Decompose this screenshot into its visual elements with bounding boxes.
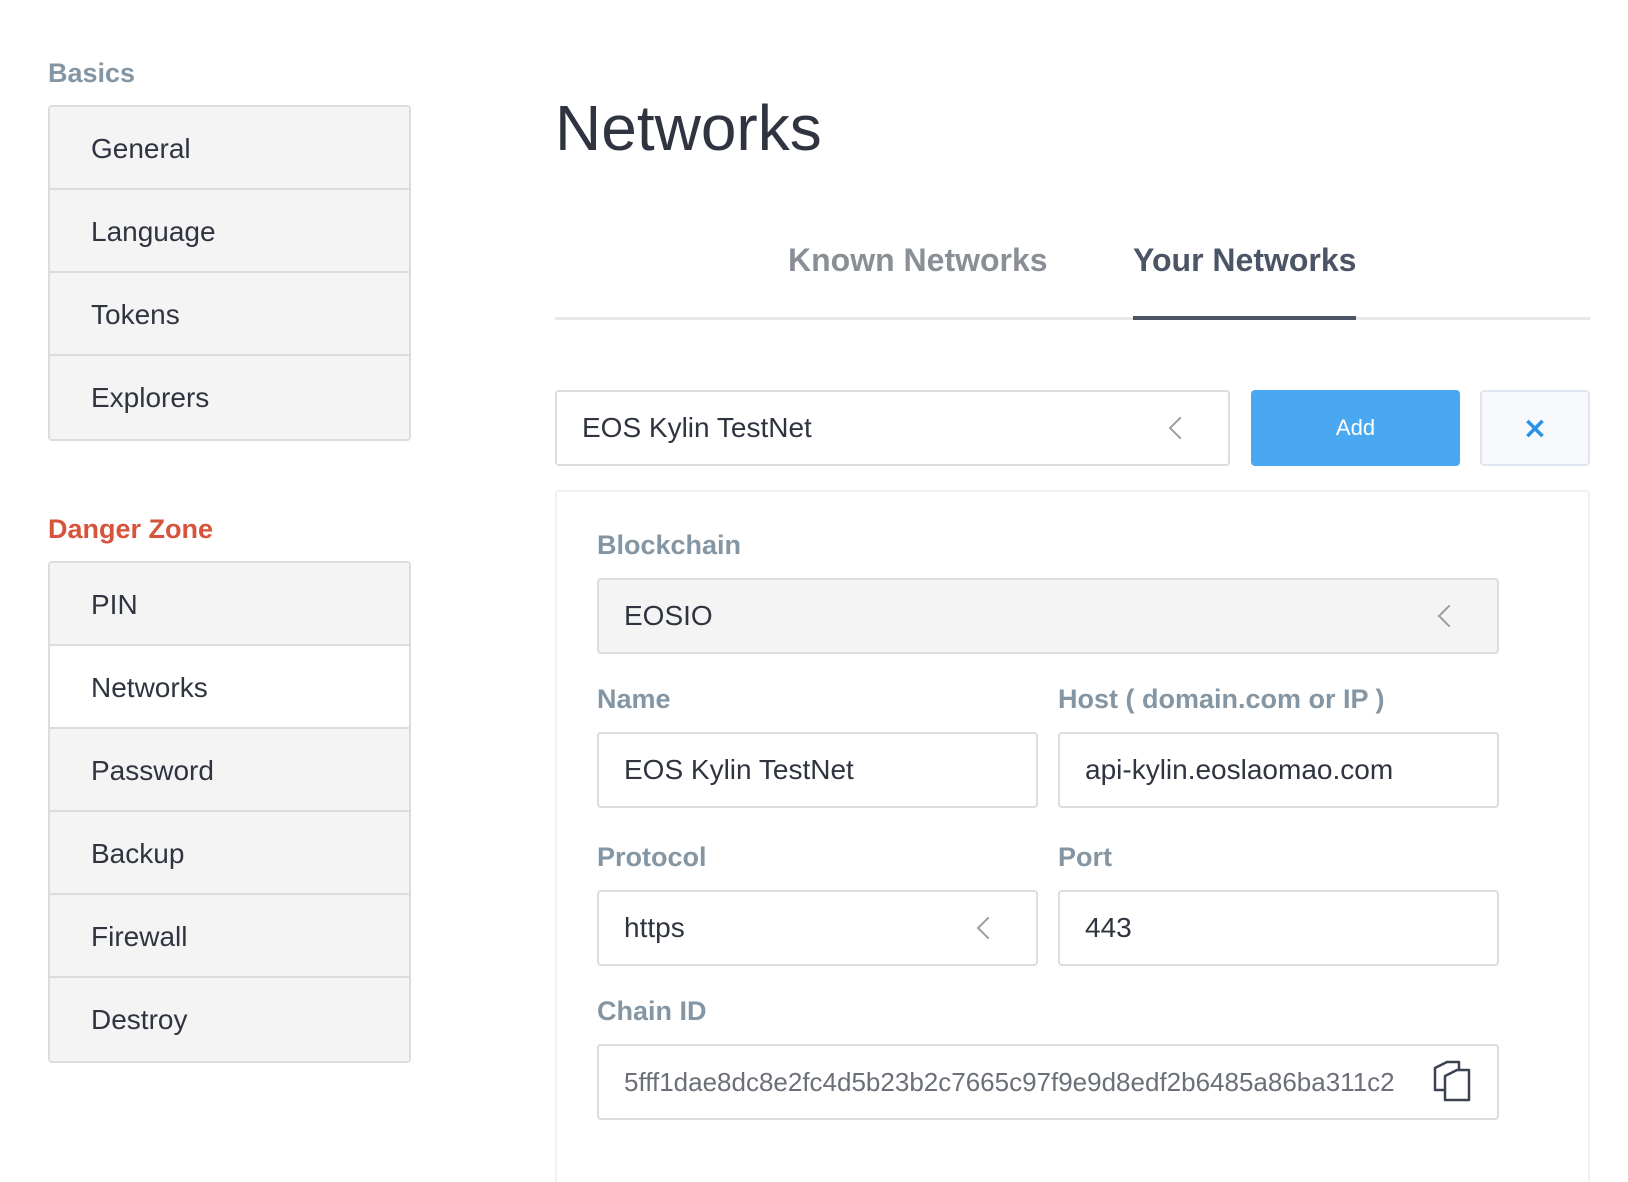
sidebar-item-firewall[interactable]: Firewall	[50, 895, 409, 978]
danger-zone-title: Danger Zone	[48, 514, 214, 544]
protocol-label: Protocol	[597, 842, 707, 872]
blockchain-value: EOSIO	[624, 600, 713, 631]
protocol-select[interactable]: https	[597, 890, 1038, 966]
sidebar-item-pin[interactable]: PIN	[50, 563, 409, 646]
name-label: Name	[597, 684, 671, 714]
network-tabs: Known Networks Your Networks	[555, 230, 1590, 320]
settings-page: Basics General Language Tokens Explorers…	[0, 0, 1628, 1182]
host-label: Host ( domain.com or IP )	[1058, 684, 1385, 714]
chevron-left-icon	[976, 916, 1000, 940]
network-select-row: EOS Kylin TestNet Add ×	[555, 390, 1590, 468]
sidebar-item-language[interactable]: Language	[50, 190, 409, 273]
chevron-left-icon	[1168, 416, 1192, 440]
page-title: Networks	[555, 92, 822, 164]
chain-id-value: 5fff1dae8dc8e2fc4d5b23b2c7665c97f9e9d8ed…	[624, 1067, 1395, 1097]
sidebar-item-networks[interactable]: Networks	[50, 646, 409, 729]
sidebar-item-password[interactable]: Password	[50, 729, 409, 812]
chevron-left-icon	[1437, 604, 1461, 628]
name-input[interactable]: EOS Kylin TestNet	[597, 732, 1038, 808]
basics-menu: General Language Tokens Explorers	[48, 105, 411, 441]
copy-icon[interactable]	[1431, 1060, 1473, 1102]
port-input[interactable]: 443	[1058, 890, 1499, 966]
sidebar-item-tokens[interactable]: Tokens	[50, 273, 409, 356]
sidebar-item-explorers[interactable]: Explorers	[50, 356, 409, 439]
sidebar-item-general[interactable]: General	[50, 107, 409, 190]
protocol-value: https	[624, 912, 685, 943]
host-value: api-kylin.eoslaomao.com	[1085, 754, 1394, 785]
basics-section-title: Basics	[48, 58, 136, 88]
chain-id-label: Chain ID	[597, 996, 707, 1026]
close-icon[interactable]: ×	[1480, 390, 1590, 466]
sidebar: Basics General Language Tokens Explorers…	[48, 55, 411, 1133]
network-form: Blockchain EOSIO Name EOS Kylin TestNet …	[555, 490, 1590, 1182]
sidebar-item-backup[interactable]: Backup	[50, 812, 409, 895]
sidebar-item-destroy[interactable]: Destroy	[50, 978, 409, 1061]
chain-id-field[interactable]: 5fff1dae8dc8e2fc4d5b23b2c7665c97f9e9d8ed…	[597, 1044, 1499, 1120]
port-label: Port	[1058, 842, 1112, 872]
blockchain-select[interactable]: EOSIO	[597, 578, 1499, 654]
network-select-value: EOS Kylin TestNet	[582, 412, 812, 443]
tab-known-networks[interactable]: Known Networks	[788, 242, 1048, 317]
host-input[interactable]: api-kylin.eoslaomao.com	[1058, 732, 1499, 808]
tab-your-networks[interactable]: Your Networks	[1133, 242, 1357, 320]
danger-menu: PIN Networks Password Backup Firewall De…	[48, 561, 411, 1063]
name-value: EOS Kylin TestNet	[624, 754, 854, 785]
port-value: 443	[1085, 912, 1132, 943]
add-button[interactable]: Add	[1251, 390, 1460, 466]
network-select[interactable]: EOS Kylin TestNet	[555, 390, 1230, 466]
main-content: Networks Known Networks Your Networks EO…	[555, 88, 1590, 1182]
blockchain-label: Blockchain	[597, 530, 742, 560]
